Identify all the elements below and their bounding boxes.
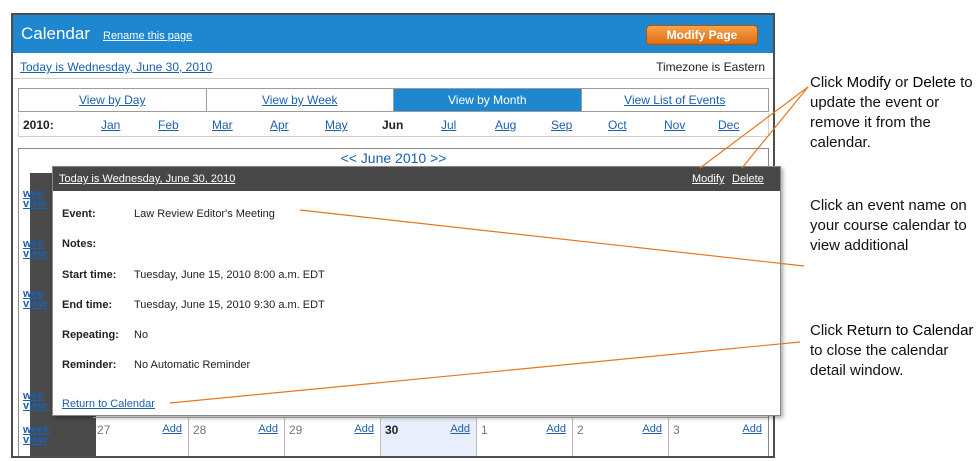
add-event-link[interactable]: Add: [546, 423, 566, 435]
tab-view-by-week[interactable]: View by Week: [207, 89, 394, 111]
add-event-link[interactable]: Add: [642, 423, 662, 435]
month-nav[interactable]: << June 2010 >>: [19, 150, 768, 166]
month-current-jun: Jun: [382, 118, 404, 132]
month-link-jan[interactable]: Jan: [101, 118, 120, 132]
tab-view-list-of-events[interactable]: View List of Events: [582, 89, 769, 111]
week-view-link[interactable]: wee view: [23, 239, 47, 260]
tab-view-by-month[interactable]: View by Month: [394, 89, 582, 111]
view-tabs: View by Day View by Week View by Month V…: [18, 88, 769, 112]
day-cell[interactable]: 1 Add: [477, 418, 573, 456]
repeating-label: Repeating:: [62, 329, 119, 341]
year-label: 2010:: [23, 118, 54, 132]
event-name: Law Review Editor's Meeting: [134, 208, 275, 220]
month-link-oct[interactable]: Oct: [608, 118, 627, 132]
month-selector: 2010: Jan Feb Mar Apr May Jun Jul Aug Se…: [18, 113, 769, 137]
tab-view-by-day[interactable]: View by Day: [19, 89, 207, 111]
month-link-mar[interactable]: Mar: [212, 118, 233, 132]
callout-event-name: Click an event name on your course calen…: [810, 197, 967, 254]
day-cell-today[interactable]: 30 Add: [381, 418, 477, 456]
month-link-dec[interactable]: Dec: [718, 118, 739, 132]
start-time-label: Start time:: [62, 269, 117, 281]
add-event-link[interactable]: Add: [162, 423, 182, 435]
event-label: Event:: [62, 208, 96, 220]
callout-modify-delete: Click Modify or Delete to update the eve…: [810, 74, 973, 151]
timezone-label: Timezone is Eastern: [656, 60, 765, 74]
modify-page-button[interactable]: Modify Page: [646, 25, 758, 45]
month-link-apr[interactable]: Apr: [270, 118, 289, 132]
month-link-nov[interactable]: Nov: [664, 118, 685, 132]
reminder-value: No Automatic Reminder: [134, 359, 251, 371]
week-view-link[interactable]: wee view: [23, 289, 47, 310]
today-link[interactable]: Today is Wednesday, June 30, 2010: [20, 60, 212, 74]
end-time-value: Tuesday, June 15, 2010 9:30 a.m. EDT: [134, 299, 325, 311]
reminder-label: Reminder:: [62, 359, 117, 371]
day-cell[interactable]: 2 Add: [573, 418, 669, 456]
month-link-sep[interactable]: Sep: [551, 118, 572, 132]
add-event-link[interactable]: Add: [354, 423, 374, 435]
rename-page-link[interactable]: Rename this page: [103, 30, 192, 42]
page-title: Calendar: [21, 24, 90, 43]
day-cell[interactable]: 28 Add: [189, 418, 285, 456]
week-view-link[interactable]: wee view: [23, 391, 47, 412]
calendar-header: Calendar Rename this page Modify Page: [13, 15, 773, 53]
week-view-link[interactable]: week view: [23, 425, 50, 446]
modify-event-link[interactable]: Modify: [692, 173, 724, 185]
delete-event-link[interactable]: Delete: [732, 173, 764, 185]
week-view-link[interactable]: wee view: [23, 189, 47, 210]
add-event-link[interactable]: Add: [450, 423, 470, 435]
add-event-link[interactable]: Add: [742, 423, 762, 435]
day-cell[interactable]: 3 Add: [669, 418, 768, 456]
end-time-label: End time:: [62, 299, 113, 311]
callout-return: Click Return to Calendar to close the ca…: [810, 322, 974, 379]
day-cell[interactable]: 27 Add: [93, 418, 189, 456]
popup-header: Today is Wednesday, June 30, 2010 Modify…: [53, 167, 780, 191]
notes-label: Notes:: [62, 238, 97, 250]
popup-date-link[interactable]: Today is Wednesday, June 30, 2010: [59, 173, 235, 185]
start-time-value: Tuesday, June 15, 2010 8:00 a.m. EDT: [134, 269, 325, 281]
repeating-value: No: [134, 329, 149, 341]
add-event-link[interactable]: Add: [258, 423, 278, 435]
calendar-last-week-row: 27 Add 28 Add 29 Add 30 Add 1 Add 2 Add 3 Add: [93, 417, 768, 456]
return-to-calendar-link[interactable]: Return to Calendar: [62, 398, 155, 410]
day-cell[interactable]: 29 Add: [285, 418, 381, 456]
event-detail-popup: Today is Wednesday, June 30, 2010 Modify…: [52, 166, 781, 416]
month-link-aug[interactable]: Aug: [495, 118, 516, 132]
today-bar: Today is Wednesday, June 30, 2010 Timezo…: [13, 53, 773, 79]
month-link-feb[interactable]: Feb: [158, 118, 179, 132]
month-link-may[interactable]: May: [325, 118, 348, 132]
month-link-jul[interactable]: Jul: [441, 118, 456, 132]
